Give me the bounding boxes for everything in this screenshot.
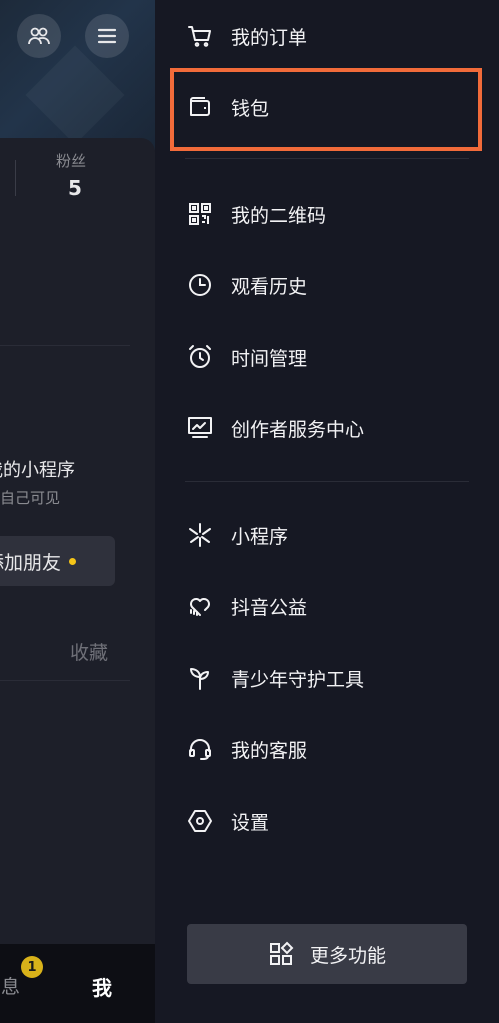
notification-dot — [69, 557, 77, 565]
cart-icon — [185, 21, 215, 51]
menu-button[interactable] — [85, 14, 129, 58]
menu-item-label: 我的订单 — [231, 26, 308, 49]
add-friend-button[interactable]: 添加朋友 — [0, 536, 115, 586]
tab-favorites[interactable]: 收藏 — [70, 638, 108, 665]
more-features-label: 更多功能 — [309, 944, 386, 967]
menu-item-label: 青少年守护工具 — [231, 668, 365, 691]
monitor-chart-icon — [185, 413, 215, 443]
menu-item-label: 我的二维码 — [231, 204, 327, 227]
grid-icon — [268, 941, 294, 967]
fans-count[interactable]: 5 — [68, 176, 82, 200]
menu-item-label: 抖音公益 — [231, 596, 308, 619]
side-drawer: 我的订单 钱包 我的二维码 观看历史 时间管理 创作者服务中心 小程序 抖音公益… — [155, 0, 499, 1023]
more-features-button[interactable]: 更多功能 — [187, 924, 467, 984]
menu-item-label: 设置 — [231, 811, 270, 834]
wallet-highlight-box — [170, 68, 482, 151]
friends-icon — [27, 24, 51, 48]
settings-hexagon-icon — [185, 806, 215, 836]
alarm-clock-icon — [185, 342, 215, 372]
menu-item-qr-code[interactable]: 我的二维码 — [185, 194, 326, 234]
tab-messages[interactable]: 消息 — [0, 972, 20, 999]
add-friend-label: 添加朋友 — [0, 551, 62, 574]
menu-item-label: 小程序 — [231, 525, 289, 548]
menu-divider — [185, 481, 469, 482]
menu-item-label: 时间管理 — [231, 347, 308, 370]
headset-icon — [185, 734, 215, 764]
mini-program-icon — [185, 520, 215, 550]
sprout-icon — [185, 663, 215, 693]
stat-divider — [15, 160, 16, 196]
qr-code-icon — [185, 199, 215, 229]
menu-item-charity[interactable]: 抖音公益 — [185, 586, 307, 626]
menu-item-history[interactable]: 观看历史 — [185, 265, 307, 305]
hamburger-icon — [96, 25, 118, 47]
divider — [0, 680, 130, 681]
menu-item-orders[interactable]: 我的订单 — [185, 16, 307, 56]
menu-item-label: 观看历史 — [231, 275, 308, 298]
charity-heart-icon — [185, 591, 215, 621]
messages-badge: 1 — [21, 956, 43, 978]
menu-item-settings[interactable]: 设置 — [185, 801, 269, 841]
divider — [0, 345, 130, 346]
friends-button[interactable] — [17, 14, 61, 58]
menu-item-time-management[interactable]: 时间管理 — [185, 337, 307, 377]
mini-program-title[interactable]: 我的小程序 — [0, 456, 75, 482]
menu-item-teen-guard[interactable]: 青少年守护工具 — [185, 658, 364, 698]
clock-icon — [185, 270, 215, 300]
mini-program-subtitle: 仅自己可见 — [0, 489, 61, 507]
fans-label: 粉丝 — [56, 152, 87, 170]
menu-item-mini-program[interactable]: 小程序 — [185, 515, 288, 555]
menu-item-customer-service[interactable]: 我的客服 — [185, 729, 307, 769]
menu-item-label: 创作者服务中心 — [231, 418, 365, 441]
profile-background: 粉丝 5 我的小程序 仅自己可见 添加朋友 收藏 消息 1 我 — [0, 0, 155, 1023]
menu-divider — [185, 158, 469, 159]
menu-item-creator-center[interactable]: 创作者服务中心 — [185, 408, 364, 448]
bottom-nav — [0, 944, 155, 1023]
menu-item-label: 我的客服 — [231, 739, 308, 762]
tab-me[interactable]: 我 — [92, 972, 112, 1001]
